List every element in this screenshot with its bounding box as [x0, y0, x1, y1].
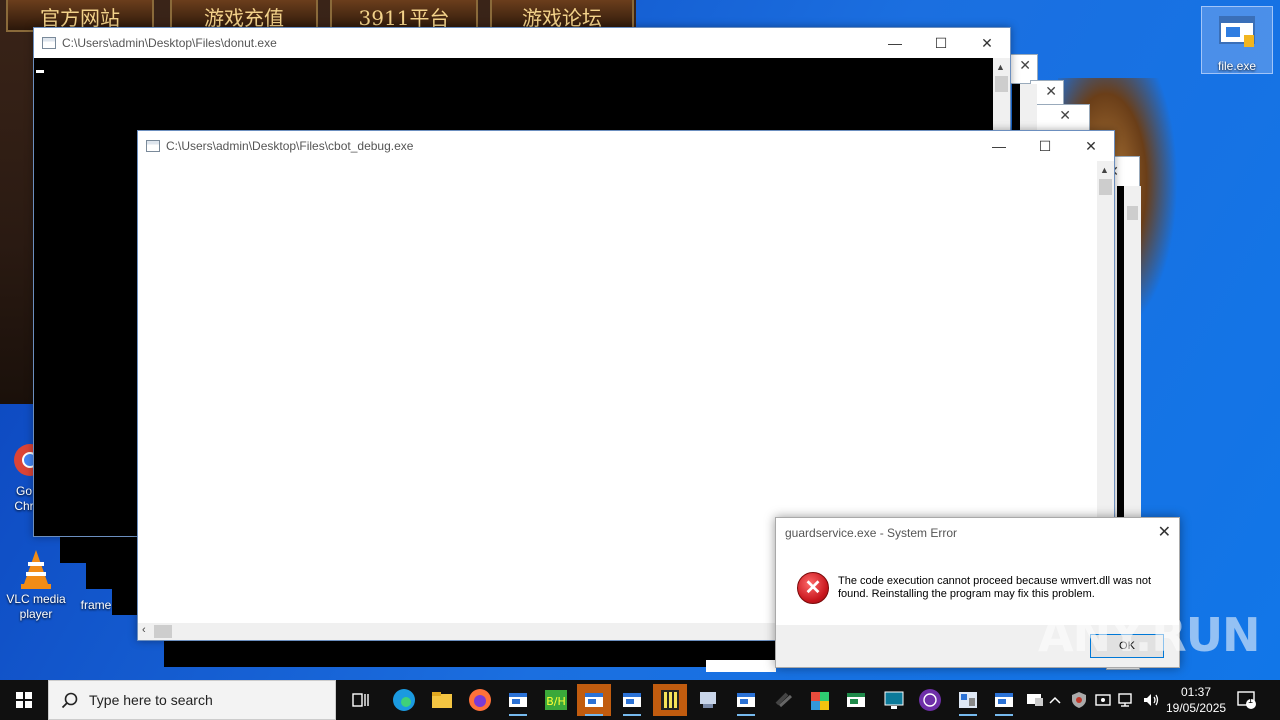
taskbar-search-box[interactable]: Type here to search — [48, 680, 336, 720]
file-explorer-icon[interactable] — [425, 684, 459, 716]
notification-center-icon[interactable]: 1 — [1236, 689, 1258, 714]
shield-icon[interactable] — [1070, 690, 1088, 713]
archive-icon[interactable] — [653, 684, 687, 716]
app-window-icon[interactable] — [577, 684, 611, 716]
console-fragment — [112, 589, 138, 615]
minimize-button[interactable]: — — [976, 131, 1022, 161]
search-placeholder: Type here to search — [89, 692, 213, 708]
dialog-title: guardservice.exe - System Error — [785, 526, 958, 540]
running-indicator — [737, 714, 755, 716]
app-window-icon[interactable] — [729, 684, 763, 716]
monitor-icon[interactable] — [877, 684, 911, 716]
app-window-icon[interactable] — [615, 684, 649, 716]
text-cursor — [36, 70, 44, 73]
close-button[interactable]: ✕ — [964, 28, 1010, 58]
volume-icon[interactable] — [1141, 690, 1161, 713]
fragment-scrollbar[interactable] — [1020, 84, 1037, 134]
console-fragment — [86, 563, 138, 589]
stacked-window-fragment — [706, 660, 776, 672]
anyrun-watermark: ANY.RUN — [1038, 608, 1261, 662]
vlc-label: VLC media player — [6, 592, 66, 621]
app-window-icon[interactable] — [987, 684, 1021, 716]
frame-label: frame — [80, 598, 112, 612]
show-hidden-icons-chevron-up-icon[interactable] — [1048, 690, 1062, 713]
network-icon[interactable] — [1117, 690, 1137, 713]
close-icon[interactable]: ✕ — [1045, 83, 1057, 100]
network-tool-icon[interactable] — [691, 684, 725, 716]
vlc-cone-icon — [16, 548, 56, 589]
donut-window-title: C:\Users\admin\Desktop\Files\donut.exe — [62, 36, 277, 50]
scroll-left-icon[interactable]: ‹ — [142, 624, 146, 636]
firefox-icon[interactable] — [463, 684, 497, 716]
running-indicator — [585, 714, 603, 716]
scroll-thumb[interactable] — [154, 625, 172, 638]
close-button[interactable]: ✕ — [1068, 131, 1114, 161]
notification-count: 1 — [1248, 695, 1254, 705]
tor-icon[interactable] — [913, 684, 947, 716]
bh-app-icon[interactable]: B/H — [539, 684, 573, 716]
cbot-titlebar[interactable]: C:\Users\admin\Desktop\Files\cbot_debug.… — [138, 131, 1114, 161]
app-window-icon[interactable] — [839, 684, 873, 716]
maximize-button[interactable]: ☐ — [918, 28, 964, 58]
running-indicator — [623, 714, 641, 716]
console-fragment — [60, 537, 140, 563]
dialog-close-button[interactable]: ✕ — [1158, 522, 1171, 542]
scroll-thumb[interactable] — [1099, 179, 1112, 195]
console-app-icon — [146, 140, 160, 152]
maximize-button[interactable]: ☐ — [1022, 131, 1068, 161]
desktop-icon-frame[interactable]: frame — [76, 598, 116, 613]
start-button[interactable] — [0, 680, 48, 720]
cbot-window-title: C:\Users\admin\Desktop\Files\cbot_debug.… — [166, 139, 414, 153]
console-app-icon — [42, 37, 56, 49]
running-indicator — [959, 714, 977, 716]
installer-icon[interactable] — [951, 684, 985, 716]
running-indicator — [995, 714, 1013, 716]
console-fragment — [164, 640, 776, 667]
dialog-message: The code execution cannot proceed becaus… — [838, 575, 1152, 600]
app-window-icon[interactable] — [501, 684, 535, 716]
office-icon[interactable] — [803, 684, 837, 716]
chrome-label: Go Chr — [14, 484, 34, 513]
windows-logo-icon — [16, 692, 32, 708]
edge-icon[interactable] — [387, 684, 421, 716]
task-view-icon[interactable] — [343, 684, 377, 716]
clock-date: 19/05/2025 — [1166, 701, 1227, 715]
file-exe-icon — [1218, 15, 1258, 49]
svg-text:B/H: B/H — [546, 695, 566, 708]
minimize-button[interactable]: — — [872, 28, 918, 58]
error-icon: ✕ — [797, 572, 829, 604]
donut-titlebar[interactable]: C:\Users\admin\Desktop\Files\donut.exe —… — [34, 28, 1010, 58]
scroll-up-icon[interactable]: ▲ — [996, 62, 1005, 72]
clock[interactable]: 01:37 19/05/2025 — [1166, 684, 1226, 716]
scroll-thumb[interactable] — [995, 76, 1008, 92]
search-icon — [61, 692, 78, 709]
network-adapter-icon[interactable] — [1094, 690, 1112, 713]
link-icon[interactable] — [767, 684, 801, 716]
tray-app-icon[interactable] — [1026, 690, 1044, 710]
desktop-icon-file-exe[interactable]: file.exe — [1201, 6, 1273, 74]
file-exe-label: file.exe — [1217, 59, 1257, 73]
close-icon[interactable]: ✕ — [1059, 107, 1071, 124]
close-icon[interactable]: ✕ — [1019, 57, 1031, 74]
clock-time: 01:37 — [1180, 685, 1212, 699]
taskbar: Type here to search B/H 01:37 19/05/2025… — [0, 680, 1280, 720]
scroll-up-icon[interactable]: ▲ — [1100, 165, 1109, 175]
running-indicator — [509, 714, 527, 716]
scroll-thumb[interactable] — [1127, 206, 1138, 220]
